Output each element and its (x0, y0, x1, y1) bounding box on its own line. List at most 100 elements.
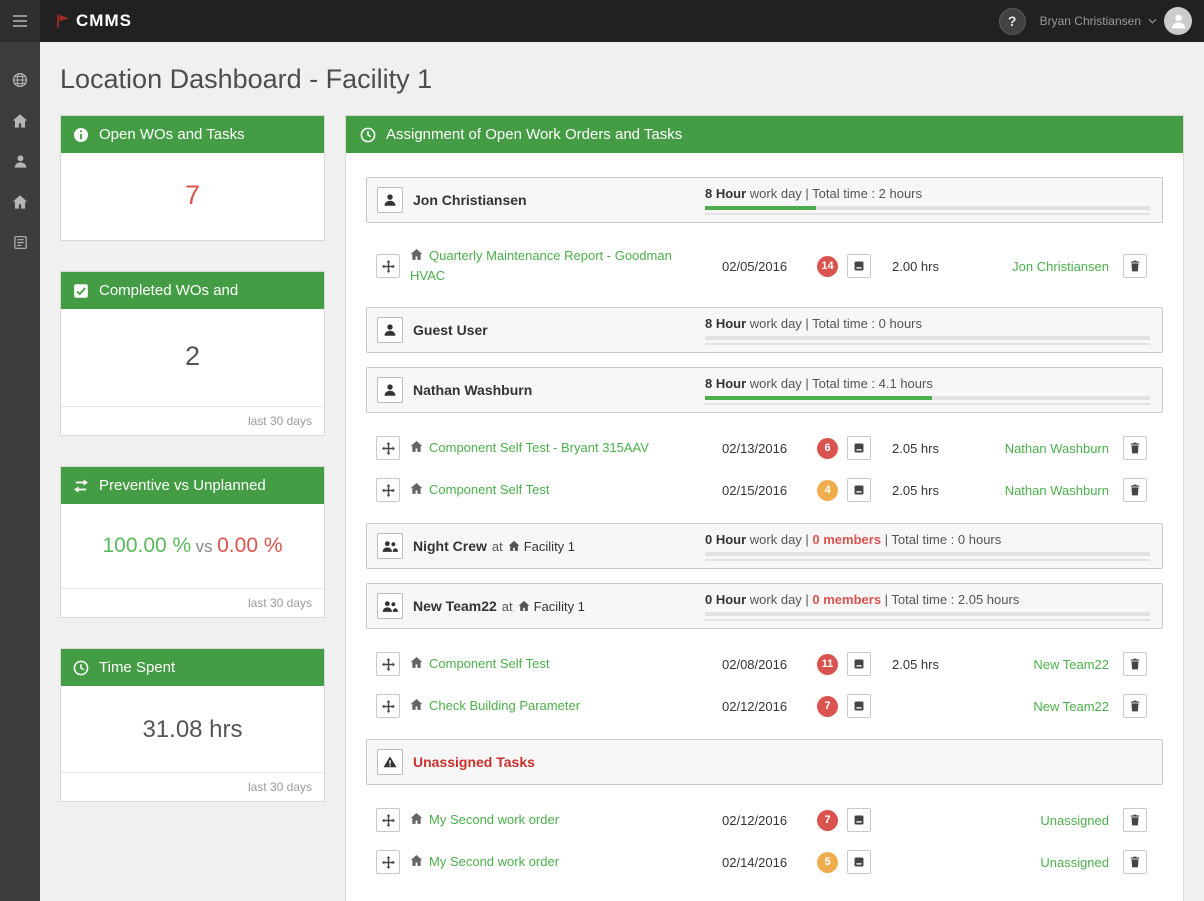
work-order-link[interactable]: Component Self Test (429, 440, 549, 455)
note-icon (853, 814, 865, 826)
work-order-link[interactable]: Quarterly Maintenance Report (429, 248, 603, 263)
move-icon (382, 442, 395, 455)
workload-progress (705, 396, 1150, 405)
assignee-link[interactable]: Nathan Washburn (1005, 441, 1109, 456)
avatar[interactable] (1164, 7, 1192, 35)
note-button[interactable] (847, 850, 871, 874)
move-icon (382, 260, 395, 273)
assignee-group-header: Nathan Washburn 8 Hour work day | Total … (366, 367, 1163, 413)
group-name: Night Crew (413, 538, 487, 554)
work-order-link[interactable]: My Second work order (429, 854, 559, 869)
logo-text: CMMS (76, 11, 132, 31)
group-location: Facility 1 (534, 599, 585, 614)
preventive-value: 100.00 % (102, 534, 191, 557)
work-order-link[interactable]: My Second work order (429, 812, 559, 827)
team-icon (377, 593, 403, 619)
due-date: 02/05/2016 (722, 259, 817, 274)
note-icon (853, 484, 865, 496)
note-button[interactable] (847, 808, 871, 832)
note-button[interactable] (847, 694, 871, 718)
work-order-link[interactable]: Check Building Parameter (429, 698, 580, 713)
note-button[interactable] (847, 254, 871, 278)
help-button[interactable]: ? (999, 8, 1026, 35)
assignee-link[interactable]: Unassigned (1040, 813, 1109, 828)
due-date: 02/08/2016 (722, 657, 817, 672)
workload-meta: 8 Hour work day | Total time : 0 hours (705, 316, 1152, 345)
asset-home-icon (410, 248, 423, 261)
drag-handle-button[interactable] (376, 694, 400, 718)
app-logo[interactable]: CMMS (55, 11, 132, 31)
drag-handle-button[interactable] (376, 652, 400, 676)
drag-handle-button[interactable] (376, 478, 400, 502)
note-icon (853, 658, 865, 670)
workload-meta: 8 Hour work day | Total time : 4.1 hours (705, 376, 1152, 405)
asset-home-icon (410, 482, 423, 495)
note-icon (853, 856, 865, 868)
task-row: Quarterly Maintenance Report - Goodman H… (366, 237, 1163, 295)
note-button[interactable] (847, 436, 871, 460)
drag-handle-button[interactable] (376, 850, 400, 874)
task-title-cell: Component Self Test (410, 480, 722, 500)
hamburger-menu-button[interactable] (0, 0, 40, 42)
workload-progress (705, 336, 1150, 345)
days-badge: 5 (817, 852, 838, 873)
task-title-cell: My Second work order (410, 852, 722, 872)
delete-button[interactable] (1123, 850, 1147, 874)
delete-button[interactable] (1123, 478, 1147, 502)
person-icon (377, 377, 403, 403)
drag-handle-button[interactable] (376, 436, 400, 460)
sidebar-item-users[interactable] (13, 154, 28, 169)
delete-button[interactable] (1123, 808, 1147, 832)
days-badge: 7 (817, 696, 838, 717)
swap-arrows-icon (73, 478, 89, 494)
delete-button[interactable] (1123, 652, 1147, 676)
user-avatar-icon (1170, 13, 1187, 30)
work-order-link[interactable]: Component Self Test (429, 482, 549, 497)
task-hours: 2.05 hrs (883, 657, 957, 672)
trash-icon (1129, 260, 1141, 272)
user-icon (13, 154, 28, 169)
globe-icon (12, 72, 28, 88)
task-title-cell: Check Building Parameter (410, 696, 722, 716)
note-button[interactable] (847, 652, 871, 676)
assignee-link[interactable]: Jon Christiansen (1012, 259, 1109, 274)
info-icon (73, 127, 89, 143)
task-title-cell: My Second work order (410, 810, 722, 830)
open-wos-count: 7 (71, 180, 314, 211)
workload-meta: 0 Hour work day | 0 members | Total time… (705, 592, 1152, 621)
move-icon (382, 814, 395, 827)
workload-progress (705, 552, 1150, 561)
drag-handle-button[interactable] (376, 254, 400, 278)
assignee-link[interactable]: Nathan Washburn (1005, 483, 1109, 498)
move-icon (382, 484, 395, 497)
task-title-cell: Quarterly Maintenance Report - Goodman H… (410, 246, 722, 286)
card-footer: last 30 days (61, 588, 324, 617)
note-button[interactable] (847, 478, 871, 502)
work-order-link[interactable]: Component Self Test (429, 656, 549, 671)
delete-button[interactable] (1123, 254, 1147, 278)
delete-button[interactable] (1123, 694, 1147, 718)
asset-home-icon (410, 656, 423, 669)
trash-icon (1129, 814, 1141, 826)
time-spent-value: 31.08 hrs (71, 716, 314, 744)
card-time-spent: Time Spent 31.08 hrs last 30 days (60, 648, 325, 802)
move-icon (382, 658, 395, 671)
clock-icon (73, 660, 89, 676)
facility-home-icon (508, 540, 520, 552)
person-icon (377, 187, 403, 213)
sidebar-item-dashboard[interactable] (12, 72, 28, 88)
sidebar-item-home[interactable] (12, 113, 28, 129)
asset-link[interactable]: - Bryant 315AAV (549, 440, 648, 455)
sidebar-item-logs[interactable] (13, 235, 28, 250)
task-row: Component Self Test - Bryant 315AAV 02/1… (366, 427, 1163, 469)
assignee-link[interactable]: Unassigned (1040, 855, 1109, 870)
delete-button[interactable] (1123, 436, 1147, 460)
user-menu[interactable]: Bryan Christiansen (1040, 7, 1192, 35)
unplanned-value: 0.00 % (217, 534, 282, 557)
sidebar-item-facilities[interactable] (12, 194, 28, 210)
assignment-panel-header: Assignment of Open Work Orders and Tasks (346, 116, 1183, 153)
assignee-link[interactable]: New Team22 (1033, 657, 1109, 672)
assignee-link[interactable]: New Team22 (1033, 699, 1109, 714)
completed-count: 2 (71, 341, 314, 372)
drag-handle-button[interactable] (376, 808, 400, 832)
